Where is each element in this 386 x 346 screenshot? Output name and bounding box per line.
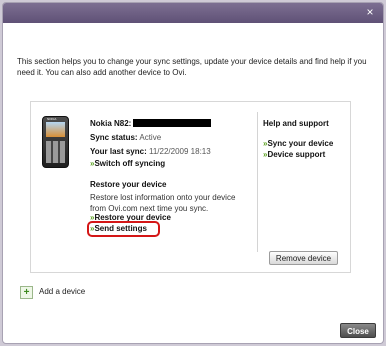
add-device-label: Add a device	[39, 287, 86, 296]
device-name: Nokia N82:	[90, 119, 212, 128]
remove-device-button[interactable]: Remove device	[269, 251, 338, 265]
sync-status-row: Sync status: Active	[90, 133, 162, 142]
last-sync-value: 11/22/2009 18:13	[149, 147, 211, 156]
plus-icon: +	[20, 286, 33, 299]
last-sync-row: Your last sync: 11/22/2009 18:13	[90, 147, 211, 156]
send-settings-link[interactable]: »Send settings	[90, 224, 147, 233]
switch-off-syncing-link[interactable]: »Switch off syncing	[90, 159, 165, 168]
dialog-close-icon[interactable]: ×	[363, 5, 377, 19]
phone-icon: NOKIA	[42, 116, 69, 168]
sync-status-value: Active	[139, 133, 162, 142]
dialog-titlebar: ×	[3, 3, 383, 23]
restore-title: Restore your device	[90, 180, 167, 189]
intro-text: This section helps you to change your sy…	[17, 57, 367, 77]
redacted-device-id	[133, 119, 212, 127]
restore-description: Restore lost information onto your devic…	[90, 193, 236, 213]
close-button[interactable]: Close	[340, 323, 376, 338]
help-title: Help and support	[263, 119, 329, 128]
phone-brand-label: NOKIA	[47, 117, 57, 121]
help-link-device-support[interactable]: »Device support	[263, 144, 325, 162]
sync-settings-dialog: × This section helps you to change your …	[2, 2, 384, 344]
device-card: NOKIA Nokia N82: Sync status: Active You…	[30, 101, 351, 273]
divider	[257, 112, 258, 252]
